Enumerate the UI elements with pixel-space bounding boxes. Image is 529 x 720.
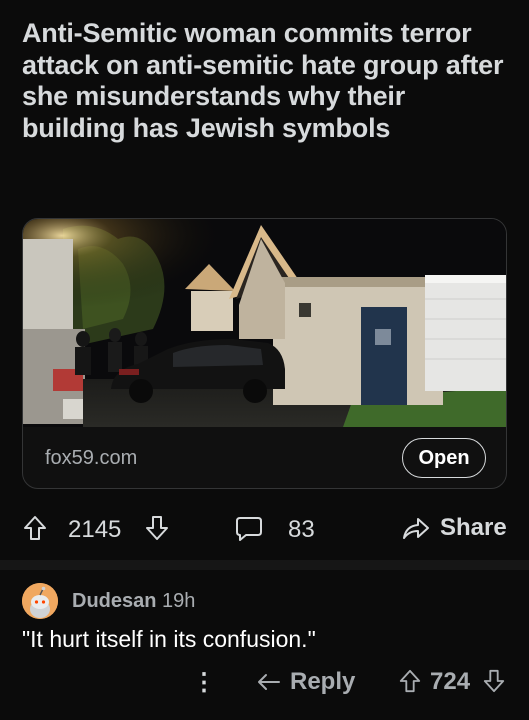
link-domain: fox59.com — [45, 447, 138, 469]
comment: Dudesan 19h "It hurt itself in its confu… — [0, 570, 529, 720]
comment-meta: Dudesan 19h — [72, 590, 195, 613]
downvote-arrow-icon — [146, 516, 168, 540]
snoo-avatar-icon — [22, 583, 58, 619]
open-link-button[interactable]: Open — [402, 438, 486, 478]
comment-upvote-button[interactable] — [398, 668, 422, 694]
more-vertical-icon: ⋮ — [192, 669, 216, 696]
post: Anti-Semitic woman commits terror attack… — [0, 0, 529, 560]
share-arrow-icon — [403, 518, 429, 539]
link-preview-card[interactable]: fox59.com Open — [22, 218, 507, 489]
link-thumbnail[interactable] — [23, 219, 506, 427]
post-action-bar: 2145 83 Share — [0, 508, 529, 552]
share-button[interactable]: Share — [400, 514, 507, 542]
comments-button[interactable] — [234, 514, 264, 542]
upvote-arrow-icon — [399, 669, 421, 693]
comment-username[interactable]: Dudesan — [72, 590, 156, 612]
comment-action-bar: ⋮ Reply 724 — [0, 666, 529, 702]
upvote-arrow-icon — [24, 516, 46, 540]
avatar[interactable] — [22, 583, 58, 619]
downvote-arrow-icon — [483, 669, 505, 693]
comment-score: 724 — [430, 668, 471, 695]
reply-button[interactable]: Reply — [256, 668, 355, 696]
section-divider — [0, 560, 529, 570]
reply-label: Reply — [290, 668, 356, 695]
post-title[interactable]: Anti-Semitic woman commits terror attack… — [22, 18, 512, 144]
more-options-button[interactable]: ⋮ — [192, 668, 216, 697]
post-score: 2145 — [68, 516, 122, 543]
comment-bubble-icon — [236, 517, 262, 541]
upvote-button[interactable] — [22, 514, 48, 542]
comment-body: "It hurt itself in its confusion." — [22, 626, 316, 652]
reply-arrow-icon — [258, 674, 280, 690]
comment-count: 83 — [288, 516, 315, 543]
downvote-button[interactable] — [144, 514, 170, 542]
comment-downvote-button[interactable] — [482, 668, 506, 694]
comment-age: 19h — [162, 590, 196, 612]
share-label: Share — [440, 514, 507, 541]
